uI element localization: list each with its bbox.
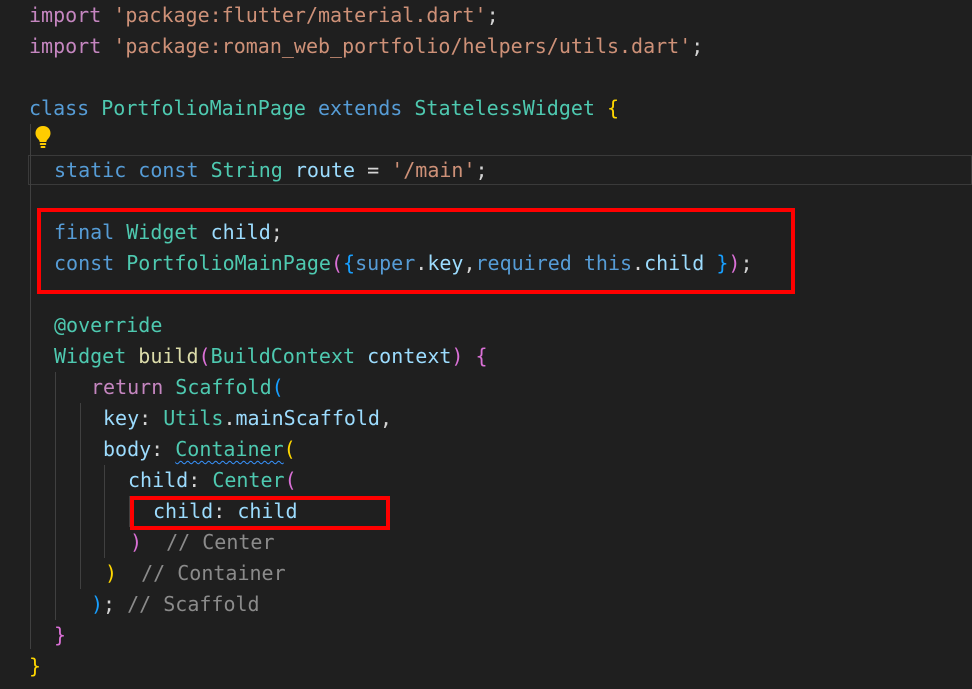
close-paren: )	[130, 530, 143, 554]
semicolon: ;	[486, 3, 499, 27]
code-editor[interactable]: import 'package:flutter/material.dart'; …	[0, 0, 972, 689]
indent-guide-build	[55, 372, 56, 620]
code-line-6: static const String route = '/main';	[54, 155, 488, 186]
open-paren: (	[198, 344, 211, 368]
class-utils: Utils	[163, 406, 224, 430]
prop-key: key	[103, 406, 140, 430]
class-name: PortfolioMainPage	[101, 96, 306, 120]
open-brace: {	[607, 96, 620, 120]
code-line-16: child: Center(	[128, 465, 297, 496]
class-container[interactable]: Container	[175, 437, 283, 461]
code-line-18: ) // Center	[130, 527, 275, 558]
param-type: BuildContext	[210, 344, 356, 368]
param-context: context	[367, 344, 452, 368]
code-line-19: ) // Container	[105, 558, 286, 589]
open-paren: (	[271, 375, 284, 399]
indent-guide-class	[30, 124, 31, 649]
open-paren: (	[284, 468, 297, 492]
highlight-box-constructor	[37, 208, 795, 294]
prop-body: body	[103, 437, 152, 461]
semicolon: ;	[691, 34, 704, 58]
code-line-12: Widget build(BuildContext context) {	[54, 341, 488, 372]
lightbulb-icon[interactable]	[34, 125, 52, 149]
close-brace: }	[54, 623, 67, 647]
colon: :	[151, 437, 176, 461]
comment-center: // Center	[166, 530, 275, 554]
import-path: 'package:roman_web_portfolio/helpers/uti…	[113, 34, 692, 58]
class-scaffold: Scaffold	[175, 375, 272, 399]
highlight-box-child	[130, 496, 390, 530]
class-center: Center	[212, 468, 285, 492]
code-line-1: import 'package:flutter/material.dart';	[29, 0, 499, 31]
code-line-11: @override	[54, 310, 162, 341]
code-line-2: import 'package:roman_web_portfolio/help…	[29, 31, 703, 62]
close-paren: )	[105, 561, 118, 585]
base-class: StatelessWidget	[414, 96, 595, 120]
code-line-22: }	[29, 651, 41, 682]
code-line-13: return Scaffold(	[91, 372, 284, 403]
code-line-4: class PortfolioMainPage extends Stateles…	[29, 93, 619, 124]
return-type: Widget	[54, 344, 127, 368]
semicolon: ;	[103, 592, 116, 616]
route-value: '/main'	[391, 158, 476, 182]
prop-child: child	[128, 468, 189, 492]
keyword-return: return	[91, 375, 164, 399]
field-route: route	[294, 158, 356, 182]
open-brace: {	[475, 344, 488, 368]
keyword-static: static	[54, 158, 127, 182]
keyword-import: import	[29, 3, 102, 27]
comment-container: // Container	[141, 561, 286, 585]
field-main-scaffold: mainScaffold	[235, 406, 380, 430]
indent-guide-scaffold	[80, 403, 81, 589]
code-line-15: body: Container(	[103, 434, 296, 465]
close-brace: }	[29, 654, 42, 678]
close-paren: )	[91, 592, 104, 616]
method-build: build	[138, 344, 199, 368]
import-path: 'package:flutter/material.dart'	[113, 3, 487, 27]
colon: :	[139, 406, 164, 430]
indent-guide-body	[104, 465, 105, 558]
keyword-class: class	[29, 96, 90, 120]
comment-scaffold: // Scaffold	[127, 592, 260, 616]
annotation-override: @override	[54, 313, 163, 337]
keyword-const: const	[138, 158, 199, 182]
close-paren: )	[451, 344, 464, 368]
keyword-import: import	[29, 34, 102, 58]
equals: =	[355, 158, 392, 182]
semicolon: ;	[475, 158, 488, 182]
code-line-21: }	[54, 620, 66, 651]
colon: :	[188, 468, 213, 492]
open-paren: (	[283, 437, 296, 461]
type-string: String	[210, 158, 283, 182]
dot: .	[223, 406, 236, 430]
comma: ,	[379, 406, 393, 430]
keyword-extends: extends	[318, 96, 403, 120]
code-line-20: ); // Scaffold	[91, 589, 260, 620]
code-line-14: key: Utils.mainScaffold,	[103, 403, 392, 434]
